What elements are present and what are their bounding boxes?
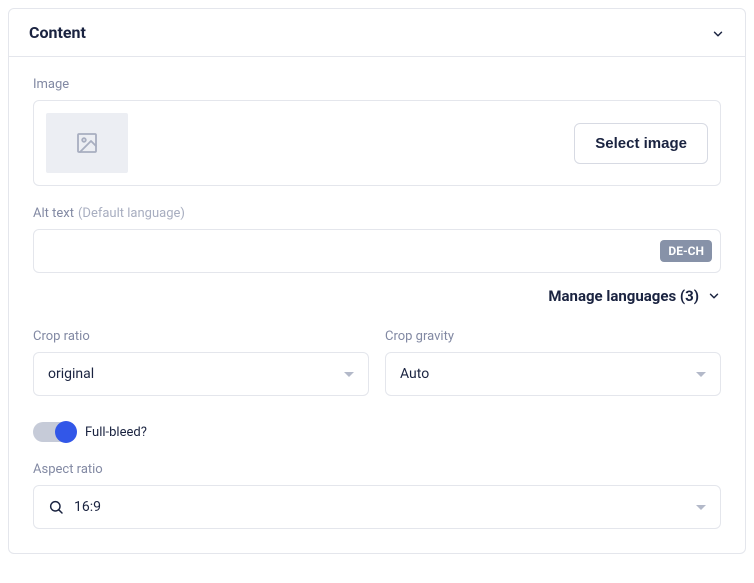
caret-down-icon	[344, 372, 354, 377]
select-image-button[interactable]: Select image	[574, 123, 708, 164]
crop-row: Crop ratio original Crop gravity Auto	[33, 329, 721, 396]
image-icon	[75, 131, 99, 155]
crop-ratio-label: Crop ratio	[33, 329, 369, 344]
panel-body: Image Select image Alt text (Default lan…	[9, 57, 745, 553]
panel-title: Content	[29, 23, 86, 42]
crop-gravity-value: Auto	[400, 366, 429, 382]
locale-badge: DE-CH	[660, 240, 712, 262]
alt-text-input-wrap: DE-CH	[33, 229, 721, 273]
alt-text-label: Alt text (Default language)	[33, 206, 721, 221]
alt-text-field: Alt text (Default language) DE-CH Manage…	[33, 206, 721, 305]
search-icon	[48, 499, 64, 515]
crop-ratio-value: original	[48, 366, 94, 382]
image-field: Image Select image	[33, 77, 721, 186]
crop-gravity-label: Crop gravity	[385, 329, 721, 344]
image-label: Image	[33, 77, 721, 92]
manage-languages-label: Manage languages (3)	[548, 287, 699, 305]
alt-text-input[interactable]	[46, 243, 660, 259]
chevron-down-icon	[711, 26, 725, 40]
toggle-knob	[55, 421, 77, 443]
crop-gravity-select[interactable]: Auto	[385, 352, 721, 396]
caret-down-icon	[696, 505, 706, 510]
full-bleed-row: Full-bleed?	[33, 422, 721, 442]
aspect-ratio-label: Aspect ratio	[33, 462, 721, 477]
image-box: Select image	[33, 100, 721, 186]
full-bleed-label: Full-bleed?	[85, 425, 147, 440]
manage-languages-button[interactable]: Manage languages (3)	[33, 287, 721, 305]
aspect-ratio-field: Aspect ratio 16:9	[33, 462, 721, 529]
chevron-down-icon	[707, 289, 721, 303]
alt-text-label-main: Alt text	[33, 206, 74, 221]
alt-text-label-sub: (Default language)	[78, 206, 185, 221]
image-placeholder	[46, 113, 128, 173]
content-panel: Content Image Select image Alt text	[8, 8, 746, 554]
crop-gravity-field: Crop gravity Auto	[385, 329, 721, 396]
crop-ratio-field: Crop ratio original	[33, 329, 369, 396]
crop-ratio-select[interactable]: original	[33, 352, 369, 396]
aspect-ratio-value: 16:9	[74, 499, 686, 515]
aspect-ratio-select[interactable]: 16:9	[33, 485, 721, 529]
full-bleed-toggle[interactable]	[33, 422, 75, 442]
caret-down-icon	[696, 372, 706, 377]
panel-header[interactable]: Content	[9, 9, 745, 57]
